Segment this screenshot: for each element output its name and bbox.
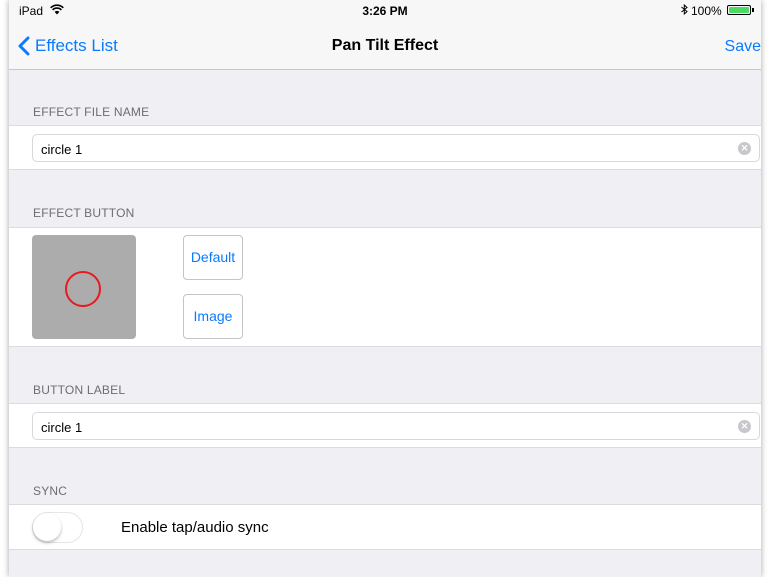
- sync-section-header: SYNC: [33, 484, 68, 498]
- file-name-section-header: EFFECT FILE NAME: [33, 105, 150, 119]
- status-time: 3:26 PM: [362, 4, 408, 18]
- navigation-bar: Effects List Pan Tilt Effect Save: [9, 20, 761, 70]
- file-name-cell: circle 1 ✕: [9, 125, 761, 170]
- battery-icon: [727, 5, 751, 15]
- button-label-cell: circle 1 ✕: [9, 403, 761, 448]
- image-button[interactable]: Image: [183, 294, 243, 339]
- button-label-section-header: BUTTON LABEL: [33, 383, 126, 397]
- bluetooth-icon: [681, 3, 688, 18]
- button-label-field[interactable]: circle 1 ✕: [32, 412, 760, 440]
- battery-percent: 100%: [691, 4, 722, 18]
- clear-text-icon[interactable]: ✕: [738, 142, 751, 155]
- effect-button-section-header: EFFECT BUTTON: [33, 206, 135, 220]
- circle-icon: [65, 271, 101, 307]
- page-title: Pan Tilt Effect: [331, 37, 439, 54]
- status-bar: iPad 3:26 PM 100%: [9, 0, 761, 20]
- file-name-field[interactable]: circle 1 ✕: [32, 134, 760, 162]
- effect-button-cell: Default Image: [9, 227, 761, 347]
- sync-toggle-label: Enable tap/audio sync: [121, 519, 269, 536]
- sync-toggle[interactable]: [32, 512, 83, 543]
- toggle-knob: [33, 513, 61, 541]
- button-label-value: circle 1: [41, 420, 83, 435]
- app-window: iPad 3:26 PM 100% Effects List Pan Tilt …: [9, 0, 761, 577]
- file-name-value: circle 1: [41, 142, 83, 157]
- default-button[interactable]: Default: [183, 235, 243, 280]
- sync-cell: Enable tap/audio sync: [9, 504, 761, 550]
- save-button[interactable]: Save: [725, 38, 761, 56]
- effect-button-preview[interactable]: [32, 235, 136, 339]
- clear-text-icon[interactable]: ✕: [738, 420, 751, 433]
